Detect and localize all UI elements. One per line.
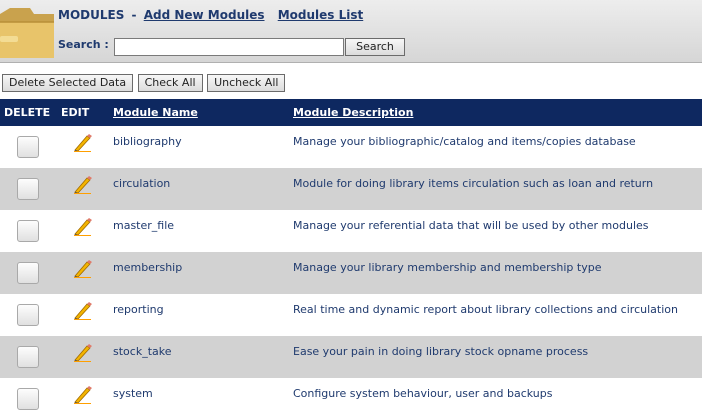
module-description: Manage your referential data that will b… [293,219,649,232]
pencil-icon[interactable] [72,216,92,236]
section-title: MODULES [58,8,125,22]
delete-checkbox[interactable] [17,220,39,242]
module-title-bar: MODULES - Add New Modules Modules List [58,8,372,22]
search-button[interactable]: Search [345,38,405,56]
column-module-description[interactable]: Module Description [293,106,413,119]
module-name[interactable]: bibliography [113,135,182,148]
delete-checkbox[interactable] [17,136,39,158]
column-module-name[interactable]: Module Name [113,106,198,119]
delete-checkbox[interactable] [17,346,39,368]
module-description: Manage your library membership and membe… [293,261,602,274]
delete-checkbox[interactable] [17,304,39,326]
title-separator: - [131,8,137,22]
folder-icon [0,8,54,58]
pencil-icon[interactable] [72,174,92,194]
table-row: master_file Manage your referential data … [0,210,702,252]
module-name[interactable]: system [113,387,153,400]
table-row: circulation Module for doing library item… [0,168,702,210]
pencil-icon[interactable] [72,342,92,362]
uncheck-all-button[interactable]: Uncheck All [207,74,286,92]
table-row: stock_take Ease your pain in doing librar… [0,336,702,378]
table-row: bibliography Manage your bibliographic/ca… [0,126,702,168]
header-divider [0,62,702,63]
delete-checkbox[interactable] [17,388,39,410]
module-description: Module for doing library items circulati… [293,177,654,190]
bulk-actions: Delete Selected Data Check All Uncheck A… [2,74,286,92]
search-bar: Search : Search [58,38,405,56]
module-name[interactable]: stock_take [113,345,172,358]
table-row: system Configure system behaviour, user a… [0,378,702,420]
delete-checkbox[interactable] [17,262,39,284]
column-delete: DELETE [4,106,51,119]
table-row: reporting Real time and dynamic report ab… [0,294,702,336]
table-header: DELETE EDIT Module Name Module Descripti… [0,99,702,126]
pencil-icon[interactable] [72,384,92,404]
pencil-icon[interactable] [72,300,92,320]
module-name[interactable]: membership [113,261,182,274]
module-name[interactable]: master_file [113,219,174,232]
add-new-modules-link[interactable]: Add New Modules [144,8,265,22]
pencil-icon[interactable] [72,258,92,278]
delete-checkbox[interactable] [17,178,39,200]
delete-selected-button[interactable]: Delete Selected Data [2,74,134,92]
column-edit: EDIT [61,106,90,119]
module-description: Manage your bibliographic/catalog and it… [293,135,636,148]
search-label: Search : [58,38,109,51]
check-all-button[interactable]: Check All [137,74,203,92]
pencil-icon[interactable] [72,132,92,152]
search-input[interactable] [114,38,344,56]
module-description: Configure system behaviour, user and bac… [293,387,553,400]
module-name[interactable]: circulation [113,177,170,190]
table-row: membership Manage your library membership… [0,252,702,294]
module-description: Ease your pain in doing library stock op… [293,345,589,358]
modules-list-link[interactable]: Modules List [278,8,364,22]
module-description: Real time and dynamic report about libra… [293,303,678,316]
page-header: MODULES - Add New Modules Modules List S… [0,0,702,62]
module-name[interactable]: reporting [113,303,164,316]
